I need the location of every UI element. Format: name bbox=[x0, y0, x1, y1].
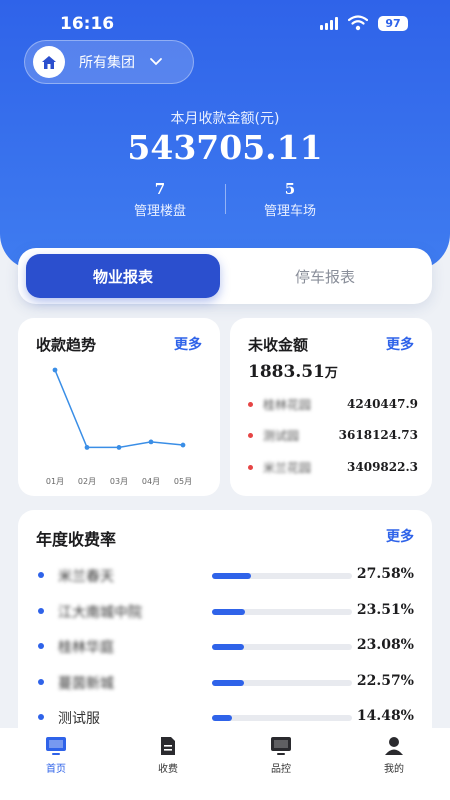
trend-x-tick-label: 05月 bbox=[174, 477, 192, 486]
nav-item-home[interactable]: 首页 bbox=[26, 736, 86, 775]
trend-point bbox=[116, 445, 122, 450]
rate-row[interactable]: 桂林华庭 23.08% bbox=[36, 635, 414, 657]
stat-label: 管理车场 bbox=[263, 204, 316, 219]
bottom-nav: 首页 收费 品控 我的 bbox=[0, 728, 450, 800]
annual-rate-more-link[interactable]: 更多 bbox=[386, 526, 414, 546]
blue-dot-icon bbox=[38, 714, 44, 720]
status-time: 16:16 bbox=[60, 14, 115, 34]
unpaid-row-value: 3618124.73 bbox=[338, 428, 418, 442]
unpaid-card-title: 未收金额 bbox=[248, 336, 309, 354]
stat-managed-properties[interactable]: 7 管理楼盘 bbox=[100, 180, 220, 219]
red-dot-icon bbox=[248, 464, 253, 470]
unpaid-row[interactable]: 米兰花园 3409822.3 bbox=[248, 457, 418, 477]
trend-x-tick-label: 01月 bbox=[46, 477, 64, 486]
rate-progress-fill bbox=[212, 679, 244, 686]
unpaid-row-name: 米兰花园 bbox=[263, 460, 312, 475]
rate-progress-fill bbox=[212, 608, 245, 615]
blue-dot-icon bbox=[38, 572, 44, 578]
stat-label: 管理楼盘 bbox=[133, 204, 186, 219]
trend-series-line bbox=[54, 369, 184, 449]
rate-progress-fill bbox=[212, 715, 233, 721]
user-icon bbox=[385, 737, 403, 755]
rate-row-percent: 27.58% bbox=[356, 566, 414, 582]
group-selector[interactable]: 所有集团 bbox=[24, 40, 194, 84]
document-icon bbox=[161, 737, 175, 755]
unpaid-row[interactable]: 桂林花园 4240447.9 bbox=[248, 394, 418, 414]
nav-item-quality[interactable]: 品控 bbox=[251, 736, 311, 775]
trend-x-tick-label: 03月 bbox=[110, 477, 128, 486]
stat-divider bbox=[225, 184, 226, 214]
rate-progress-track bbox=[212, 573, 352, 579]
rate-row[interactable]: 江大南城中院 23.51% bbox=[36, 600, 414, 622]
nav-label: 我的 bbox=[384, 764, 404, 775]
stat-value: 5 bbox=[284, 180, 296, 198]
red-dot-icon bbox=[248, 432, 253, 438]
battery-indicator: 97 bbox=[378, 16, 408, 31]
trend-point bbox=[52, 367, 58, 373]
rate-row-percent: 14.48% bbox=[356, 708, 414, 724]
blue-dot-icon bbox=[38, 678, 44, 685]
unpaid-row[interactable]: 测试园 3618124.73 bbox=[248, 425, 418, 445]
rate-row-name: 测试服 bbox=[58, 711, 100, 727]
unpaid-row-value: 3409822.3 bbox=[347, 460, 418, 474]
trend-card: 收款趋势 更多 01月 02月 03月 04月 05月 bbox=[18, 318, 220, 496]
annual-rate-card: 年度收费率 更多 米兰春天 27.58% 江大南城中院 23.51% 桂林华庭 23.08… bbox=[18, 510, 432, 735]
rate-row[interactable]: 测试服 14.48% bbox=[36, 706, 414, 728]
rate-row[interactable]: 米兰春天 27.58% bbox=[36, 564, 414, 586]
stat-value: 7 bbox=[154, 180, 166, 198]
rate-progress-track bbox=[212, 679, 352, 686]
trend-point bbox=[148, 439, 154, 445]
unpaid-row-name: 测试园 bbox=[263, 428, 300, 443]
trend-x-tick-label: 04月 bbox=[142, 477, 160, 486]
unpaid-card: 未收金额 更多 1883.51万 桂林花园 4240447.9 测试园 3618… bbox=[230, 318, 432, 496]
unpaid-total-unit: 万 bbox=[324, 366, 338, 381]
rate-row-name: 蔓茵新城 bbox=[58, 675, 114, 692]
home-icon bbox=[33, 46, 65, 78]
monitor-icon bbox=[271, 737, 291, 755]
amount-value: 543705.11 bbox=[127, 128, 323, 167]
nav-label: 品控 bbox=[271, 764, 291, 775]
report-tabs: 物业报表 停车报表 bbox=[18, 248, 432, 304]
annual-rate-title: 年度收费率 bbox=[36, 530, 117, 549]
rate-row-name: 桂林华庭 bbox=[58, 640, 114, 656]
rate-row-percent: 23.51% bbox=[356, 601, 414, 618]
unpaid-more-link[interactable]: 更多 bbox=[386, 334, 414, 354]
rate-progress-track bbox=[212, 608, 352, 615]
unpaid-total: 1883.51万 bbox=[248, 362, 338, 382]
rate-row-percent: 23.08% bbox=[356, 637, 414, 653]
tab-parking-report[interactable]: 停车报表 bbox=[228, 254, 422, 298]
stat-managed-parking[interactable]: 5 管理车场 bbox=[230, 180, 350, 219]
unpaid-total-value: 1883.51 bbox=[248, 362, 325, 382]
group-selector-label: 所有集团 bbox=[79, 55, 135, 71]
trend-point bbox=[180, 442, 186, 448]
trend-point bbox=[84, 445, 90, 450]
rate-progress-track bbox=[212, 644, 352, 650]
rate-row-name: 米兰春天 bbox=[58, 569, 114, 585]
monitor-icon bbox=[46, 737, 66, 755]
nav-item-fees[interactable]: 收费 bbox=[138, 736, 198, 775]
rate-progress-fill bbox=[212, 644, 245, 650]
wifi-icon bbox=[348, 15, 368, 31]
nav-item-mine[interactable]: 我的 bbox=[364, 736, 424, 775]
trend-chart: 01月 02月 03月 04月 05月 bbox=[46, 367, 192, 486]
signal-icon bbox=[320, 17, 338, 30]
rate-progress-fill bbox=[212, 573, 251, 579]
chevron-down-icon bbox=[150, 58, 162, 66]
blue-dot-icon bbox=[38, 643, 44, 649]
unpaid-row-name: 桂林花园 bbox=[263, 397, 312, 412]
rate-row-percent: 22.57% bbox=[356, 672, 414, 689]
tab-property-report[interactable]: 物业报表 bbox=[26, 254, 220, 298]
blue-dot-icon bbox=[38, 607, 44, 614]
nav-label: 收费 bbox=[158, 764, 178, 775]
rate-row[interactable]: 蔓茵新城 22.57% bbox=[36, 671, 414, 693]
trend-x-tick-label: 02月 bbox=[78, 477, 96, 486]
nav-label: 首页 bbox=[46, 764, 66, 775]
amount-label: 本月收款金额(元) bbox=[170, 111, 280, 127]
unpaid-row-value: 4240447.9 bbox=[347, 397, 418, 411]
rate-progress-track bbox=[212, 715, 352, 721]
red-dot-icon bbox=[248, 401, 253, 407]
rate-row-name: 江大南城中院 bbox=[58, 604, 142, 621]
